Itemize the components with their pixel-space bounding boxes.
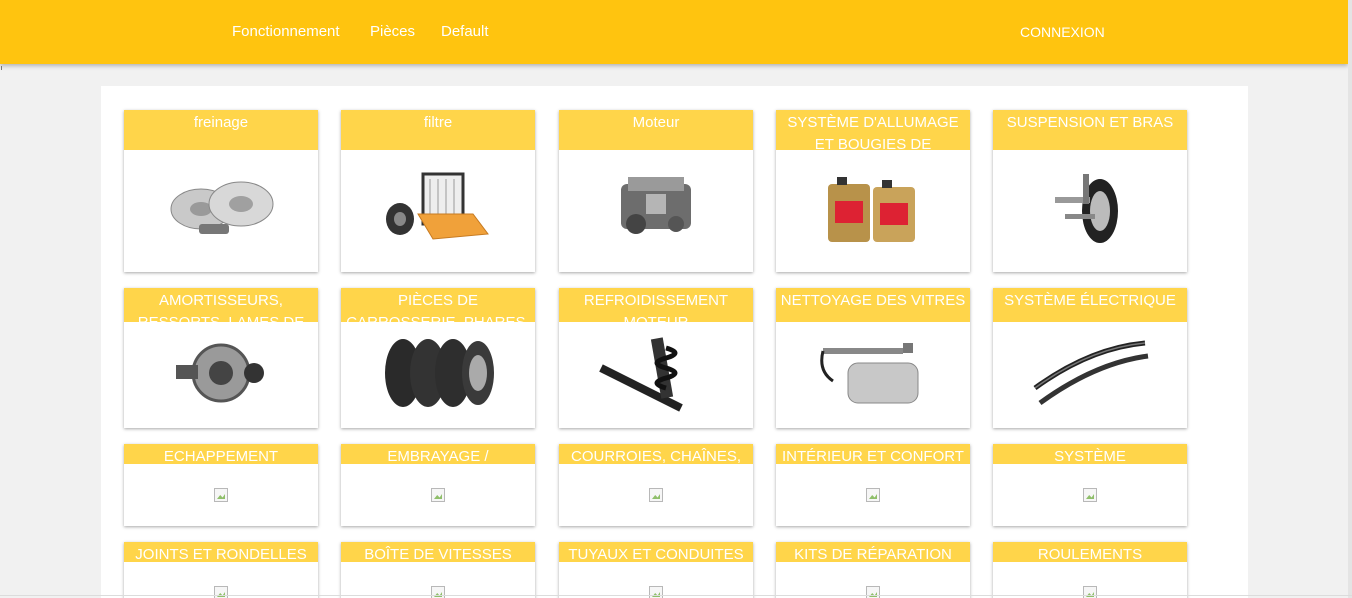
tires-icon bbox=[378, 333, 498, 418]
category-title: freinage bbox=[124, 110, 318, 150]
category-card[interactable]: SYSTÈME D'ALLUMAGE ET BOUGIES DE bbox=[776, 110, 970, 272]
category-card[interactable]: filtre bbox=[341, 110, 535, 272]
category-title: INTÉRIEUR ET CONFORT bbox=[776, 444, 970, 464]
category-title: SYSTÈME D'ALLUMAGE ET BOUGIES DE bbox=[776, 110, 970, 150]
category-title: SUSPENSION ET BRAS bbox=[993, 110, 1187, 150]
category-title: SYSTÈME ÉLECTRIQUE bbox=[993, 288, 1187, 322]
category-image[interactable] bbox=[124, 150, 318, 272]
category-card[interactable]: REFROIDISSEMENT MOTEUR bbox=[559, 288, 753, 428]
shock-absorber-icon bbox=[596, 333, 716, 418]
category-card[interactable]: COURROIES, CHAÎNES, bbox=[559, 444, 753, 526]
category-title: NETTOYAGE DES VITRES bbox=[776, 288, 970, 322]
category-card[interactable]: KITS DE RÉPARATION bbox=[776, 542, 970, 598]
category-card[interactable]: SYSTÈME D'ALIMENTATION bbox=[993, 444, 1187, 526]
broken-image-icon bbox=[1083, 488, 1097, 502]
category-image[interactable] bbox=[124, 464, 318, 526]
category-title: TUYAUX ET CONDUITES bbox=[559, 542, 753, 562]
category-image[interactable] bbox=[559, 562, 753, 598]
broken-image-icon bbox=[431, 586, 445, 598]
category-title: EMBRAYAGE / bbox=[341, 444, 535, 464]
category-image[interactable] bbox=[124, 322, 318, 428]
category-card[interactable]: INTÉRIEUR ET CONFORT bbox=[776, 444, 970, 526]
category-card[interactable]: BOÎTE DE VITESSES bbox=[341, 542, 535, 598]
category-title: PIÈCES DE CARROSSERIE, PHARES, RÉTROVISE… bbox=[341, 288, 535, 322]
nav-link-pieces[interactable]: Pièces bbox=[370, 23, 415, 40]
category-title: AMORTISSEURS, RESSORTS, LAMES DE RESSORT… bbox=[124, 288, 318, 322]
category-image[interactable] bbox=[341, 322, 535, 428]
category-card[interactable]: NETTOYAGE DES VITRES bbox=[776, 288, 970, 428]
category-image[interactable] bbox=[993, 150, 1187, 272]
wheel-suspension-icon bbox=[1045, 169, 1135, 254]
category-card[interactable]: TUYAUX ET CONDUITES bbox=[559, 542, 753, 598]
category-card[interactable]: ROULEMENTS bbox=[993, 542, 1187, 598]
category-grid-panel: freinage filtre Moteur SYSTÈME D'ALLUMAG… bbox=[101, 86, 1248, 598]
category-card[interactable]: SYSTÈME ÉLECTRIQUE bbox=[993, 288, 1187, 428]
category-card[interactable]: freinage bbox=[124, 110, 318, 272]
category-card[interactable]: JOINTS ET RONDELLES bbox=[124, 542, 318, 598]
brake-discs-icon bbox=[161, 174, 281, 249]
category-image[interactable] bbox=[559, 150, 753, 272]
category-card[interactable]: AMORTISSEURS, RESSORTS, LAMES DE RESSORT… bbox=[124, 288, 318, 428]
stray-mark bbox=[1, 66, 2, 70]
broken-image-icon bbox=[431, 488, 445, 502]
broken-image-icon bbox=[866, 488, 880, 502]
top-navbar: Fonctionnement Pièces Default CONNEXION bbox=[0, 0, 1348, 64]
filters-icon bbox=[378, 169, 498, 254]
category-image[interactable] bbox=[993, 562, 1187, 598]
nav-link-fonctionnement[interactable]: Fonctionnement bbox=[232, 23, 340, 40]
category-card[interactable]: ECHAPPEMENT bbox=[124, 444, 318, 526]
broken-image-icon bbox=[649, 586, 663, 598]
nav-link-default[interactable]: Default bbox=[441, 23, 489, 40]
category-image[interactable] bbox=[559, 322, 753, 428]
category-title: KITS DE RÉPARATION bbox=[776, 542, 970, 562]
category-image[interactable] bbox=[341, 562, 535, 598]
category-title: COURROIES, CHAÎNES, bbox=[559, 444, 753, 464]
wiper-blades-icon bbox=[1030, 338, 1150, 413]
category-card[interactable]: PIÈCES DE CARROSSERIE, PHARES, RÉTROVISE… bbox=[341, 288, 535, 428]
category-card[interactable]: Moteur bbox=[559, 110, 753, 272]
category-image[interactable] bbox=[776, 322, 970, 428]
category-title: REFROIDISSEMENT MOTEUR bbox=[559, 288, 753, 322]
category-card[interactable]: EMBRAYAGE / bbox=[341, 444, 535, 526]
alternator-icon bbox=[166, 333, 276, 418]
category-image[interactable] bbox=[559, 464, 753, 526]
category-title: BOÎTE DE VITESSES bbox=[341, 542, 535, 562]
oil-cans-icon bbox=[823, 169, 923, 254]
category-image[interactable] bbox=[341, 464, 535, 526]
login-link[interactable]: CONNEXION bbox=[1020, 24, 1105, 40]
category-image[interactable] bbox=[341, 150, 535, 272]
category-title: JOINTS ET RONDELLES bbox=[124, 542, 318, 562]
broken-image-icon bbox=[866, 586, 880, 598]
category-image[interactable] bbox=[776, 150, 970, 272]
category-title: filtre bbox=[341, 110, 535, 150]
broken-image-icon bbox=[214, 586, 228, 598]
page-scrollbar[interactable] bbox=[1348, 0, 1352, 598]
category-title: SYSTÈME D'ALIMENTATION bbox=[993, 444, 1187, 464]
fuel-tank-icon bbox=[813, 333, 933, 418]
category-image[interactable] bbox=[776, 562, 970, 598]
bottom-divider bbox=[0, 595, 1352, 596]
category-image[interactable] bbox=[993, 322, 1187, 428]
engine-icon bbox=[606, 169, 706, 254]
category-title: Moteur bbox=[559, 110, 753, 150]
category-title: ECHAPPEMENT bbox=[124, 444, 318, 464]
category-image[interactable] bbox=[993, 464, 1187, 526]
category-image[interactable] bbox=[776, 464, 970, 526]
category-image[interactable] bbox=[124, 562, 318, 598]
category-title: ROULEMENTS bbox=[993, 542, 1187, 562]
broken-image-icon bbox=[214, 488, 228, 502]
broken-image-icon bbox=[1083, 586, 1097, 598]
broken-image-icon bbox=[649, 488, 663, 502]
category-card[interactable]: SUSPENSION ET BRAS bbox=[993, 110, 1187, 272]
